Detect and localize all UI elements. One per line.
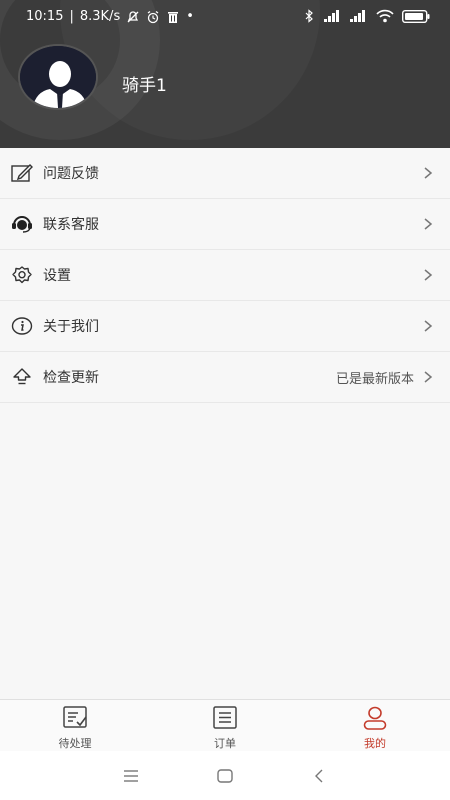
info-icon: [11, 315, 33, 337]
headset-icon: [11, 213, 33, 235]
menu-item-about[interactable]: 关于我们: [0, 301, 450, 352]
menu-item-settings[interactable]: 设置: [0, 250, 450, 301]
tab-label: 订单: [214, 737, 236, 750]
menu-item-label: 关于我们: [43, 319, 99, 335]
avatar[interactable]: [18, 44, 98, 110]
signal-icon: [324, 10, 339, 22]
gear-icon: [11, 264, 33, 286]
alarm-icon: [147, 10, 159, 23]
pending-list-icon: [63, 706, 87, 728]
status-time: 10:15: [26, 9, 64, 24]
order-list-icon: [213, 706, 237, 729]
tab-pending[interactable]: 待处理: [0, 700, 150, 752]
bottom-tab-bar: 待处理 订单 我的: [0, 699, 450, 751]
system-nav-bar: [0, 751, 450, 800]
tab-label: 我的: [364, 737, 386, 750]
menu-icon[interactable]: [122, 767, 140, 785]
tab-label: 待处理: [58, 737, 92, 750]
chevron-right-icon: [424, 371, 433, 383]
status-separator: |: [69, 9, 74, 24]
chevron-right-icon: [424, 167, 433, 179]
person-icon: [363, 706, 387, 730]
chevron-right-icon: [424, 218, 433, 230]
tab-orders[interactable]: 订单: [150, 700, 300, 752]
tab-mine[interactable]: 我的: [300, 700, 450, 752]
wifi-icon: [376, 9, 394, 23]
profile-header: 10:15 | 8.3K/s • 骑手1: [0, 0, 450, 148]
bluetooth-icon: [305, 9, 313, 23]
menu-item-label: 问题反馈: [43, 166, 99, 182]
status-bar: 10:15 | 8.3K/s •: [0, 0, 450, 34]
menu-item-customer-service[interactable]: 联系客服: [0, 199, 450, 250]
menu-item-label: 检查更新: [43, 370, 99, 386]
menu-item-check-update[interactable]: 检查更新 已是最新版本: [0, 352, 450, 403]
version-status: 已是最新版本: [335, 371, 414, 387]
trash-icon: [168, 11, 179, 23]
menu-item-label: 联系客服: [43, 217, 99, 233]
battery-icon: [402, 9, 430, 23]
chevron-right-icon: [424, 269, 433, 281]
muted-notification-icon: [127, 10, 139, 22]
home-icon[interactable]: [216, 767, 234, 785]
menu-item-feedback[interactable]: 问题反馈: [0, 148, 450, 199]
username: 骑手1: [122, 76, 167, 96]
status-speed: 8.3K/s: [79, 9, 121, 24]
chevron-right-icon: [424, 320, 433, 332]
settings-menu: 问题反馈 联系客服 设置 关于我们 检查更新 已是最新版本: [0, 148, 450, 403]
upload-arrow-icon: [11, 366, 33, 388]
signal-icon: [350, 10, 365, 22]
back-icon[interactable]: [311, 767, 329, 785]
status-dot: •: [186, 9, 194, 24]
edit-icon: [11, 162, 33, 184]
menu-item-label: 设置: [43, 268, 71, 284]
